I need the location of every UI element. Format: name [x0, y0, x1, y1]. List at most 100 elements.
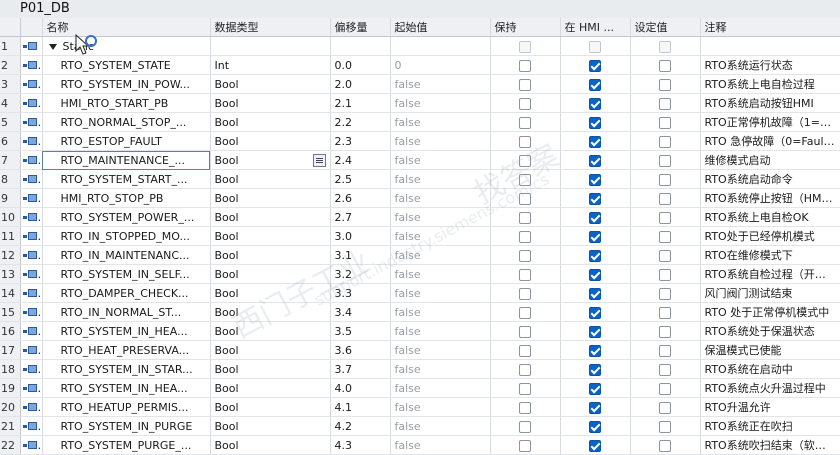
data-type[interactable]: Bool [210, 226, 331, 246]
data-type[interactable]: Bool [210, 150, 331, 170]
retain-cell[interactable] [490, 131, 561, 151]
retain-cell[interactable] [490, 188, 561, 208]
retain-checkbox[interactable] [519, 420, 531, 433]
comment[interactable]: RTO系统上电自检过程 [700, 74, 840, 94]
hmi-cell[interactable] [560, 416, 631, 436]
data-type[interactable]: Bool [210, 112, 331, 132]
table-row[interactable]: 12 RTO_IN_MAINTENANC... Bool 3.1 false RTO在维修… [0, 245, 840, 265]
setpoint-checkbox[interactable] [659, 230, 671, 243]
retain-cell[interactable] [490, 359, 561, 379]
retain-cell[interactable] [490, 283, 561, 303]
setpoint-cell[interactable] [630, 264, 701, 284]
retain-checkbox[interactable] [519, 78, 531, 91]
tag-name[interactable]: RTO_IN_NORMAL_ST... [42, 302, 211, 322]
hmi-cell[interactable] [560, 74, 631, 94]
retain-cell[interactable] [490, 321, 561, 341]
setpoint-checkbox[interactable] [659, 287, 671, 300]
setpoint-cell[interactable] [630, 397, 701, 417]
hmi-cell[interactable] [560, 93, 631, 113]
tag-name[interactable]: RTO_SYSTEM_IN_HEA... [42, 321, 211, 341]
start-value[interactable]: false [390, 359, 491, 379]
tag-name[interactable]: HMI_RTO_STOP_PB [42, 188, 211, 208]
setpoint-cell[interactable] [630, 245, 701, 265]
tag-name[interactable]: RTO_NORMAL_STOP_... [42, 112, 211, 132]
tag-name[interactable]: RTO_SYSTEM_IN_PURGE [42, 416, 211, 436]
setpoint-checkbox[interactable] [659, 401, 671, 414]
hmi-checkbox[interactable] [589, 78, 601, 91]
start-value[interactable]: false [390, 264, 491, 284]
table-row[interactable]: 21 RTO_SYSTEM_IN_PURGE Bool 4.2 false RTO系统正在… [0, 416, 840, 436]
setpoint-cell[interactable] [630, 359, 701, 379]
hmi-cell[interactable] [560, 397, 631, 417]
start-value[interactable]: 0 [390, 55, 491, 75]
header-name[interactable]: 名称 [42, 18, 211, 37]
hmi-cell[interactable] [560, 302, 631, 322]
setpoint-checkbox[interactable] [659, 382, 671, 395]
hmi-checkbox[interactable] [589, 249, 601, 262]
retain-cell[interactable] [490, 150, 561, 170]
comment[interactable]: RTO 处于正常停机模式中 [700, 302, 840, 322]
table-row[interactable]: 2 RTO_SYSTEM_STATE Int 0.0 0 RTO系统运行状态 [0, 55, 840, 75]
comment[interactable]: RTO系统处于保温状态 [700, 321, 840, 341]
table-row[interactable]: 20 RTO_HEATUP_PERMIS... Bool 4.1 false RTO升温允… [0, 397, 840, 417]
start-value[interactable]: false [390, 340, 491, 360]
setpoint-checkbox[interactable] [659, 154, 671, 167]
retain-checkbox[interactable] [519, 287, 531, 300]
tag-name[interactable]: RTO_SYSTEM_IN_HEA... [42, 378, 211, 398]
retain-checkbox[interactable] [519, 116, 531, 129]
setpoint-cell[interactable] [630, 416, 701, 436]
retain-checkbox[interactable] [519, 249, 531, 262]
header-in-hmi[interactable]: 在 HMI ... [560, 18, 631, 37]
hmi-checkbox[interactable] [589, 344, 601, 357]
retain-cell[interactable] [490, 207, 561, 227]
setpoint-cell[interactable] [630, 131, 701, 151]
section-row-static[interactable]: 1 Static [0, 36, 840, 56]
retain-checkbox[interactable] [519, 268, 531, 281]
tag-name[interactable]: RTO_SYSTEM_IN_STAR... [42, 359, 211, 379]
hmi-cell[interactable] [560, 435, 631, 455]
retain-cell[interactable] [490, 302, 561, 322]
comment[interactable]: RTO处于已经停机模式 [700, 226, 840, 246]
hmi-cell[interactable] [560, 264, 631, 284]
start-value[interactable]: false [390, 435, 491, 455]
comment[interactable]: RTO升温允许 [700, 397, 840, 417]
comment[interactable]: 风门阀门测试结束 [700, 283, 840, 303]
table-row[interactable]: 9 HMI_RTO_STOP_PB Bool 2.6 false RTO系统停止按钮（HM… [0, 188, 840, 208]
retain-cell[interactable] [490, 416, 561, 436]
hmi-checkbox[interactable] [589, 363, 601, 376]
table-row[interactable]: 6 RTO_ESTOP_FAULT Bool 2.3 false RTO 急停故障（0=F… [0, 131, 840, 151]
retain-cell[interactable] [490, 378, 561, 398]
hmi-cell[interactable] [560, 169, 631, 189]
comment[interactable]: RTO系统吹扫结束（软件） [700, 435, 840, 455]
setpoint-checkbox[interactable] [659, 363, 671, 376]
comment[interactable]: RTO 急停故障（0=Fault） [700, 131, 840, 151]
data-type[interactable]: Bool [210, 302, 331, 322]
setpoint-cell[interactable] [630, 226, 701, 246]
hmi-checkbox[interactable] [589, 382, 601, 395]
table-row[interactable]: 16 RTO_SYSTEM_IN_HEA... Bool 3.5 false RTO系统处… [0, 321, 840, 341]
tag-name[interactable]: RTO_SYSTEM_START_... [42, 169, 211, 189]
setpoint-cell[interactable] [630, 112, 701, 132]
setpoint-cell[interactable] [630, 435, 701, 455]
tag-name[interactable]: RTO_HEATUP_PERMIS... [42, 397, 211, 417]
start-value[interactable]: false [390, 321, 491, 341]
comment[interactable]: RTO系统在启动中 [700, 359, 840, 379]
start-value[interactable]: false [390, 150, 491, 170]
setpoint-checkbox[interactable] [659, 59, 671, 72]
retain-checkbox[interactable] [519, 439, 531, 452]
table-row[interactable]: 5 RTO_NORMAL_STOP_... Bool 2.2 false RTO正常停机故… [0, 112, 840, 132]
start-value[interactable]: false [390, 283, 491, 303]
tag-name[interactable]: RTO_IN_MAINTENANC... [42, 245, 211, 265]
setpoint-cell[interactable] [630, 283, 701, 303]
setpoint-cell[interactable] [630, 378, 701, 398]
data-type[interactable]: Bool [210, 245, 331, 265]
comment[interactable]: RTO系统运行状态 [700, 55, 840, 75]
hmi-checkbox[interactable] [589, 268, 601, 281]
table-row[interactable]: 15 RTO_IN_NORMAL_ST... Bool 3.4 false RTO 处于正… [0, 302, 840, 322]
header-datatype[interactable]: 数据类型 [210, 18, 331, 37]
tag-name[interactable]: RTO_DAMPER_CHECK... [42, 283, 211, 303]
retain-checkbox[interactable] [519, 59, 531, 72]
table-row[interactable]: 14 RTO_DAMPER_CHECK... Bool 3.3 false 风门阀门测试结… [0, 283, 840, 303]
setpoint-checkbox[interactable] [659, 211, 671, 224]
data-type[interactable]: Bool [210, 340, 331, 360]
